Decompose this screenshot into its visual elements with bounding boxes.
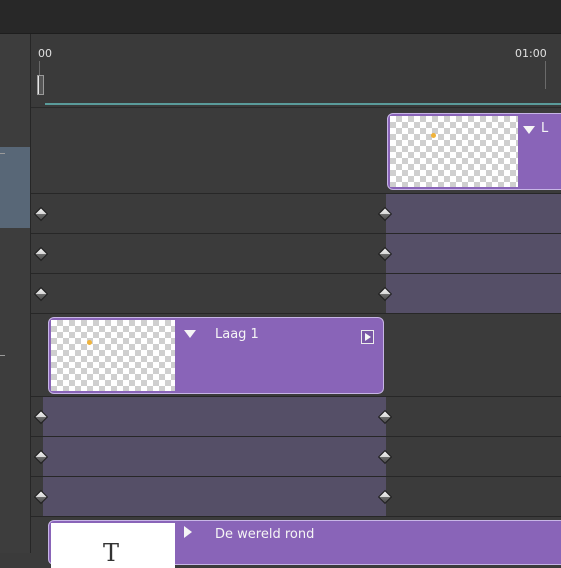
triangle-down-icon[interactable] bbox=[184, 330, 196, 338]
panel-header bbox=[0, 0, 561, 34]
triangle-down-icon[interactable] bbox=[523, 126, 535, 134]
clip-end-arrow-icon[interactable] bbox=[361, 330, 374, 344]
keyframe-diamond-icon[interactable] bbox=[33, 206, 49, 222]
clip-thumbnail bbox=[51, 320, 175, 391]
property-row bbox=[31, 194, 561, 234]
triangle-right-icon[interactable] bbox=[184, 526, 192, 538]
clip-label: De wereld rond bbox=[215, 527, 315, 542]
text-clip[interactable]: T De wereld rond bbox=[48, 520, 561, 568]
selected-layer-indicator[interactable] bbox=[0, 147, 30, 228]
keyframe-diamond-icon[interactable] bbox=[33, 286, 49, 302]
track-row: T De wereld rond bbox=[31, 517, 561, 568]
video-clip[interactable]: Laag 1 bbox=[48, 317, 384, 394]
clip-label: Laag 1 bbox=[215, 327, 259, 342]
text-layer-glyph: T bbox=[103, 539, 120, 567]
ruler-tick bbox=[39, 61, 40, 75]
property-row bbox=[31, 234, 561, 274]
ruler-tick bbox=[545, 61, 546, 89]
property-row bbox=[31, 437, 561, 477]
clip-thumbnail bbox=[390, 116, 518, 187]
clip-label: L bbox=[541, 121, 549, 136]
text-clip-thumbnail: T bbox=[51, 523, 175, 568]
ruler-divider bbox=[31, 107, 561, 108]
video-clip[interactable]: L bbox=[387, 113, 561, 190]
property-row bbox=[31, 397, 561, 437]
track-row: Laag 1 bbox=[31, 314, 561, 397]
work-area-bar[interactable] bbox=[45, 103, 561, 105]
ruler-start-label: 00 bbox=[38, 47, 52, 60]
playhead-handle[interactable] bbox=[37, 75, 44, 95]
property-row bbox=[31, 274, 561, 314]
layer-notch bbox=[0, 153, 5, 154]
track-row: L bbox=[31, 109, 561, 194]
layer-list-edge bbox=[0, 34, 31, 553]
property-row bbox=[31, 477, 561, 517]
time-ruler[interactable]: 00 01:00 bbox=[31, 34, 561, 109]
ruler-mark-label: 01:00 bbox=[515, 47, 547, 60]
keyframe-diamond-icon[interactable] bbox=[33, 246, 49, 262]
layer-notch bbox=[0, 355, 5, 356]
